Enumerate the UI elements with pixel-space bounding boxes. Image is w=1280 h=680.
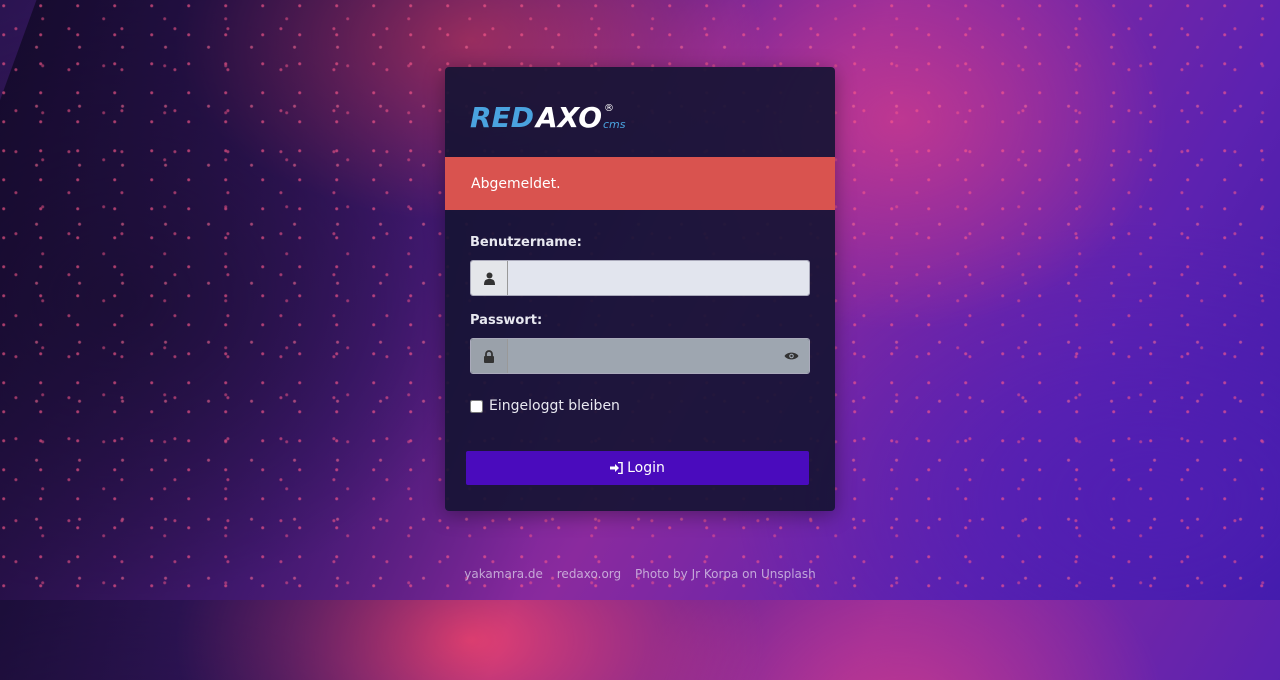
footer-link-photo-credit[interactable]: Photo by Jr Korpa on Unsplash	[635, 567, 816, 581]
footer-link-yakamara[interactable]: yakamara.de	[464, 567, 543, 581]
remember-me: Eingeloggt bleiben	[470, 398, 620, 414]
lock-icon	[471, 339, 508, 373]
remember-label[interactable]: Eingeloggt bleiben	[489, 398, 620, 414]
sign-in-icon	[610, 462, 623, 474]
footer-link-redaxo[interactable]: redaxo.org	[557, 567, 621, 581]
password-label: Passwort:	[470, 313, 543, 328]
user-icon	[471, 261, 508, 295]
login-label: Login	[627, 460, 665, 476]
eye-icon[interactable]	[773, 339, 809, 373]
password-input[interactable]	[508, 339, 773, 373]
svg-text:RED: RED	[470, 101, 534, 134]
username-input[interactable]	[508, 261, 809, 295]
login-button[interactable]: Login	[466, 451, 809, 485]
redaxo-logo: RED AXO ® cms	[470, 101, 626, 134]
footer: yakamara.de redaxo.org Photo by Jr Korpa…	[0, 567, 1280, 581]
remember-checkbox[interactable]	[470, 399, 483, 413]
svg-text:cms: cms	[603, 118, 626, 131]
logout-alert: Abgemeldet.	[445, 157, 835, 210]
password-group	[470, 338, 810, 374]
alert-message: Abgemeldet.	[471, 175, 561, 192]
svg-text:AXO: AXO	[534, 101, 602, 134]
login-panel: RED AXO ® cms Abgemeldet. Benutzername: …	[445, 67, 835, 511]
username-group	[470, 260, 810, 296]
username-label: Benutzername:	[470, 235, 582, 250]
svg-text:®: ®	[604, 103, 614, 114]
